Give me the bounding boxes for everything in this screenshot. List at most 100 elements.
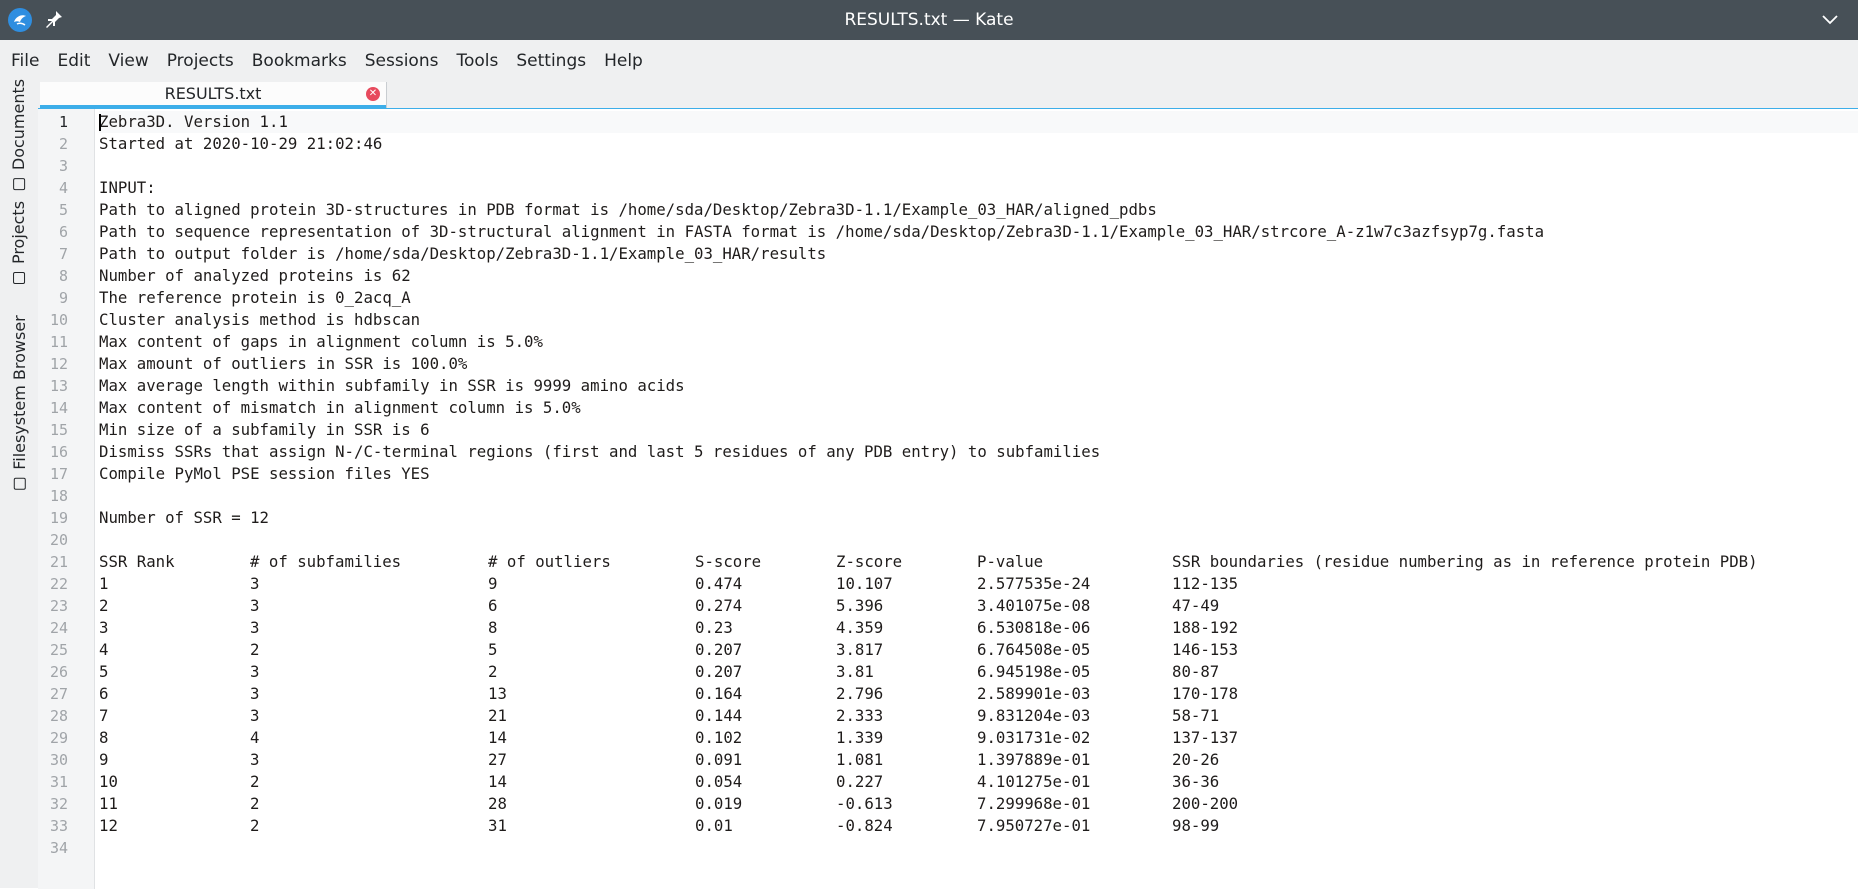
editor-line[interactable]: 18	[50, 485, 1858, 507]
table-cell: 5.396	[836, 596, 884, 615]
table-cell: 58-71	[1172, 706, 1220, 725]
editor-line[interactable]: 10 Cluster analysis method is hdbscan	[50, 309, 1858, 331]
table-cell: 10.107	[836, 574, 893, 593]
editor-line[interactable]: 31 10 2 14 0.054 0.227 4.101275e-01 36-36	[50, 771, 1858, 793]
table-cell: 6.764508e-05	[977, 640, 1091, 659]
table-cell: 6.530818e-06	[977, 618, 1091, 637]
line-number: 25	[49, 641, 68, 659]
editor-line[interactable]: 34	[50, 837, 1858, 859]
menu-settings[interactable]: Settings	[507, 40, 595, 82]
line-text: Path to aligned protein 3D-structures in…	[99, 200, 1157, 219]
tab-results-txt[interactable]: RESULTS.txt ✕	[40, 82, 387, 108]
table-cell: 12	[99, 816, 118, 835]
editor-line[interactable]: 4 INPUT:	[59, 177, 1858, 199]
line-number: 20	[49, 531, 68, 549]
close-icon[interactable]: ✕	[366, 87, 380, 101]
text-editor[interactable]: 1 Zebra3D. Version 1.1 2 Started at 2020-10…	[38, 108, 1858, 889]
window-title: RESULTS.txt — Kate	[844, 10, 1014, 30]
editor-line[interactable]: 19 Number of SSR = 12	[50, 507, 1858, 529]
table-cell: 137-137	[1172, 728, 1239, 747]
editor-line[interactable]: 28 7 3 21 0.144 2.333 9.831204e-03 58-71	[50, 705, 1858, 727]
menu-help[interactable]: Help	[595, 40, 652, 82]
editor-line[interactable]: 33 12 2 31 0.01 -0.824 7.950727e-01 98-99	[50, 815, 1858, 837]
table-cell: 47-49	[1172, 596, 1220, 615]
menu-edit[interactable]: Edit	[48, 40, 99, 82]
editor-line[interactable]: 26 5 3 2 0.207 3.81 6.945198e-05 80-87	[50, 661, 1858, 683]
table-cell: 112-135	[1172, 574, 1239, 593]
table-cell: 0.01	[695, 816, 733, 835]
table-cell: 0.019	[695, 794, 743, 813]
editor-line[interactable]: 8 Number of analyzed proteins is 62	[59, 265, 1858, 287]
line-number: 21	[49, 553, 68, 571]
table-cell: 2	[250, 640, 260, 659]
menu-bookmarks[interactable]: Bookmarks	[243, 40, 356, 82]
table-cell: 0.23	[695, 618, 733, 637]
table-cell: 5	[488, 640, 498, 659]
editor-line[interactable]: 17 Compile PyMol PSE session files YES	[50, 463, 1858, 485]
line-text: Path to sequence representation of 3D-st…	[99, 222, 1545, 241]
editor-line[interactable]: 23 2 3 6 0.274 5.396 3.401075e-08 47-49	[50, 595, 1858, 617]
sidebar-tab-label: Filesystem Browser	[9, 314, 29, 470]
line-number: 2	[58, 135, 68, 153]
line-text: Dismiss SSRs that assign N-/C-terminal r…	[99, 442, 1101, 461]
line-text: Max amount of outliers in SSR is 100.0%	[99, 354, 468, 373]
editor-line[interactable]: 12 Max amount of outliers in SSR is 100.0…	[50, 353, 1858, 375]
sidebar-tab-documents[interactable]: Documents	[0, 78, 38, 190]
line-number: 1	[58, 113, 68, 131]
line-text: Number of analyzed proteins is 62	[99, 266, 411, 285]
table-cell: 3	[99, 618, 109, 637]
editor-line[interactable]: 6 Path to sequence representation of 3D-s…	[59, 221, 1858, 243]
editor-line[interactable]: 2 Started at 2020-10-29 21:02:46	[59, 133, 1858, 155]
title-bar: RESULTS.txt — Kate	[0, 0, 1858, 40]
table-cell: 20-26	[1172, 750, 1220, 769]
line-number: 32	[49, 795, 68, 813]
table-cell: P-value	[977, 552, 1044, 571]
table-cell: 0.207	[695, 662, 743, 681]
editor-line[interactable]: 27 6 3 13 0.164 2.796 2.589901e-03 170-178	[50, 683, 1858, 705]
editor-line[interactable]: 9 The reference protein is 0_2acq_A	[59, 287, 1858, 309]
editor-line[interactable]: 29 8 4 14 0.102 1.339 9.031731e-02 137-137	[50, 727, 1858, 749]
editor-content[interactable]: 1 Zebra3D. Version 1.1 2 Started at 2020-10…	[50, 111, 1858, 859]
editor-line[interactable]: 1 Zebra3D. Version 1.1	[59, 111, 1858, 133]
menu-projects[interactable]: Projects	[158, 40, 243, 82]
editor-line[interactable]: 7 Path to output folder is /home/sda/Desk…	[59, 243, 1858, 265]
line-text: Number of SSR = 12	[99, 508, 270, 527]
editor-line[interactable]: 32 11 2 28 0.019 -0.613 7.299968e-01 200-200	[50, 793, 1858, 815]
line-text: Min size of a subfamily in SSR is 6	[99, 420, 430, 439]
sidebar-tab-projects[interactable]: Projects	[0, 197, 38, 287]
editor-line[interactable]: 24 3 3 8 0.23 4.359 6.530818e-06 188-192	[50, 617, 1858, 639]
editor-line[interactable]: 21 SSR Rank # of subfamilies # of outliers S…	[50, 551, 1858, 573]
menu-sessions[interactable]: Sessions	[356, 40, 448, 82]
table-cell: 11	[99, 794, 118, 813]
sidebar-tab-filesystem-browser[interactable]: Filesystem Browser	[0, 302, 38, 502]
editor-line[interactable]: 3	[59, 155, 1858, 177]
line-text: Cluster analysis method is hdbscan	[99, 310, 421, 329]
line-number: 16	[49, 443, 68, 461]
editor-line[interactable]: 16 Dismiss SSRs that assign N-/C-terminal…	[50, 441, 1858, 463]
table-cell: 2.333	[836, 706, 884, 725]
editor-line[interactable]: 22 1 3 9 0.474 10.107 2.577535e-24 112-135	[50, 573, 1858, 595]
editor-line[interactable]: 30 9 3 27 0.091 1.081 1.397889e-01 20-26	[50, 749, 1858, 771]
editor-line[interactable]: 25 4 2 5 0.207 3.817 6.764508e-05 146-153	[50, 639, 1858, 661]
editor-line[interactable]: 11 Max content of gaps in alignment colum…	[50, 331, 1858, 353]
table-cell: 27	[488, 750, 507, 769]
editor-line[interactable]: 5 Path to aligned protein 3D-structures i…	[59, 199, 1858, 221]
editor-line[interactable]: 20	[50, 529, 1858, 551]
editor-line[interactable]: 13 Max average length within subfamily in…	[50, 375, 1858, 397]
sidebar-tab-label: Documents	[9, 78, 29, 170]
editor-line[interactable]: 14 Max content of mismatch in alignment c…	[50, 397, 1858, 419]
table-cell: 2.577535e-24	[977, 574, 1091, 593]
table-cell: 2	[99, 596, 109, 615]
table-cell: 2	[250, 772, 260, 791]
table-cell: 80-87	[1172, 662, 1220, 681]
chevron-down-icon[interactable]	[1820, 12, 1840, 28]
table-cell: 4.101275e-01	[977, 772, 1091, 791]
table-cell: 3	[250, 596, 260, 615]
tab-label: RESULTS.txt	[164, 84, 262, 103]
line-number: 18	[49, 487, 68, 505]
menu-file[interactable]: File	[2, 40, 48, 82]
menu-tools[interactable]: Tools	[447, 40, 507, 82]
editor-line[interactable]: 15 Min size of a subfamily in SSR is 6	[50, 419, 1858, 441]
menu-view[interactable]: View	[99, 40, 157, 82]
table-cell: 0.227	[836, 772, 884, 791]
